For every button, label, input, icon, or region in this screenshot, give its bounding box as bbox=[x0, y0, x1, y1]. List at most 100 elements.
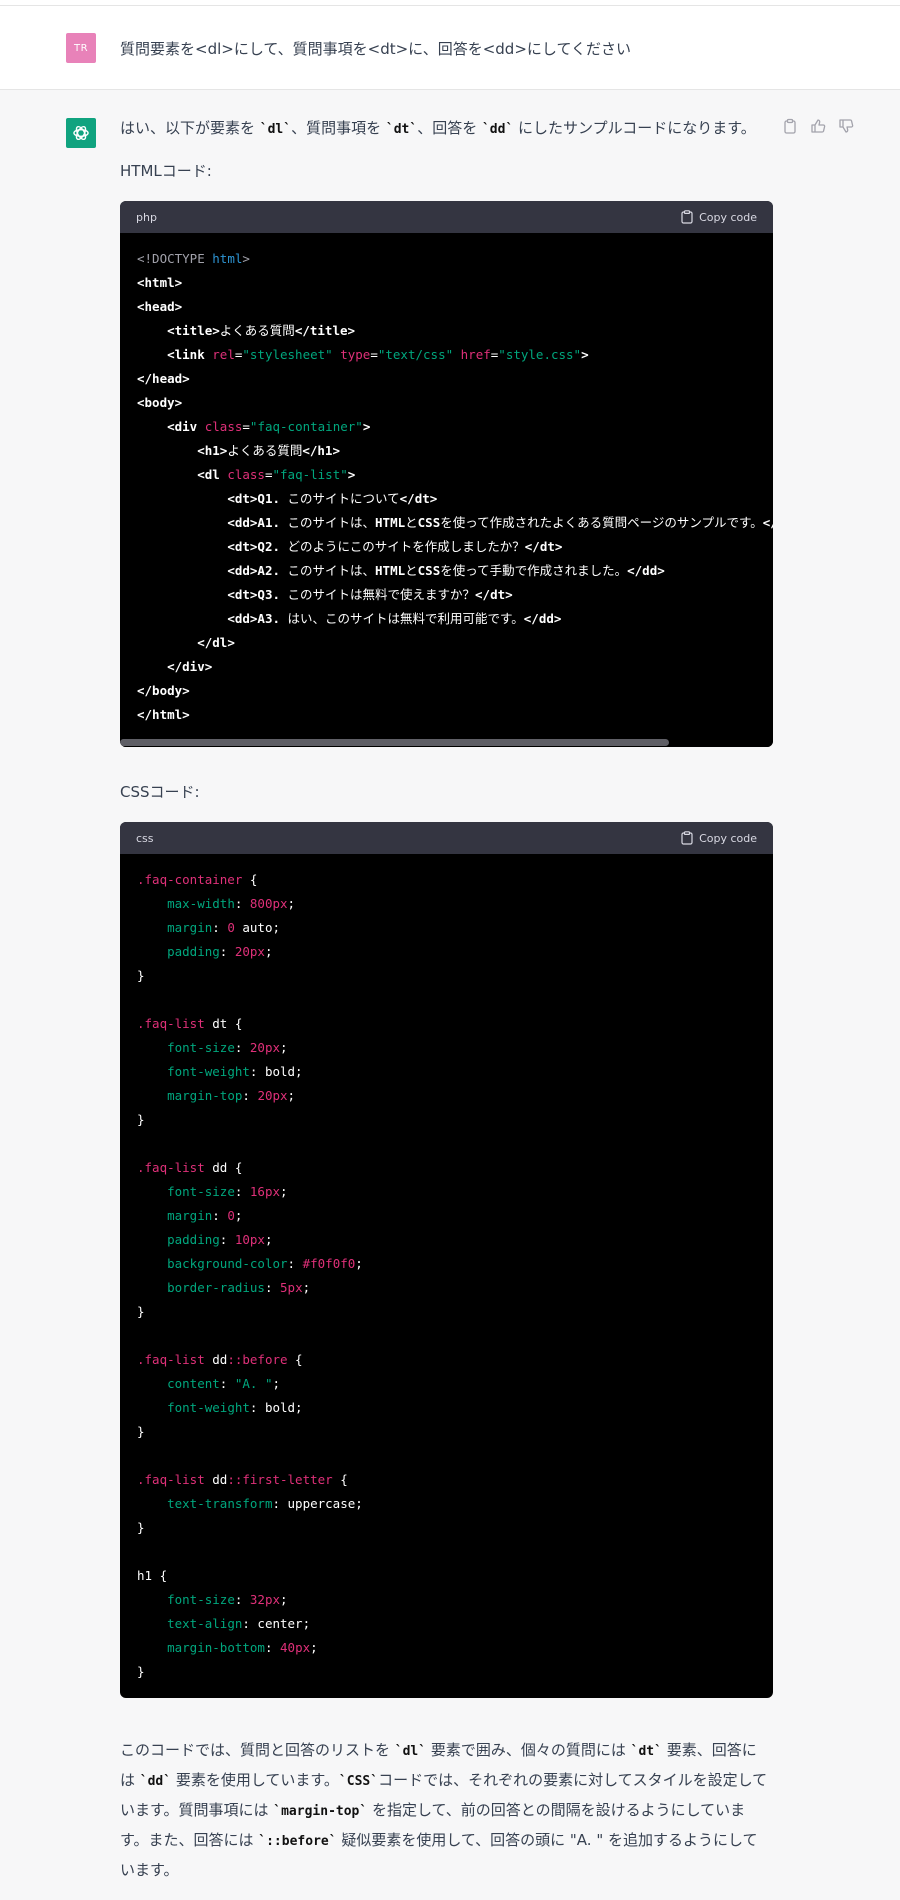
code-token: padding bbox=[167, 944, 220, 959]
code-line: padding: 20px; bbox=[137, 940, 756, 964]
code-token: ; bbox=[280, 1184, 288, 1199]
code-token: <title> bbox=[167, 323, 220, 338]
code-token: ; bbox=[302, 1280, 311, 1295]
html-section-label: HTMLコード: bbox=[120, 162, 212, 180]
code-token: dd { bbox=[204, 1160, 243, 1175]
html-code-body[interactable]: <!DOCTYPE html> <html> <head> <title>よくある質… bbox=[120, 233, 773, 737]
code-token: = bbox=[370, 347, 378, 362]
code-token: ; bbox=[310, 1640, 318, 1655]
css-section-label: CSSコード: bbox=[120, 783, 200, 801]
code-token: } bbox=[137, 968, 145, 983]
inline-code: `dl` bbox=[259, 122, 292, 137]
code-token: margin-bottom bbox=[167, 1640, 265, 1655]
code-token: このサイトについて bbox=[280, 491, 400, 506]
code-line: <dl class="faq-list"> bbox=[137, 463, 756, 487]
code-token: { bbox=[332, 1472, 348, 1487]
code-token: border-radius bbox=[167, 1280, 265, 1295]
summary-paragraph: このコードでは、質問と回答のリストを `dl` 要素で囲み、個々の質問には `d… bbox=[120, 1736, 770, 1885]
code-line: } bbox=[137, 1660, 756, 1684]
code-line: </head> bbox=[137, 367, 756, 391]
inline-code: `::before` bbox=[258, 1834, 337, 1849]
code-line: } bbox=[137, 1420, 756, 1444]
copy-clipboard-icon[interactable] bbox=[782, 118, 798, 134]
code-token: ; bbox=[264, 944, 273, 959]
code-line: } bbox=[137, 1516, 756, 1540]
code-token: ::first-letter bbox=[227, 1472, 333, 1487]
text: 要素を使用しています。 bbox=[171, 1771, 339, 1789]
css-code-body[interactable]: .faq-container { max-width: 800px; margi… bbox=[120, 854, 773, 1698]
code-line: text-transform: uppercase; bbox=[137, 1492, 756, 1516]
code-line: background-color: #f0f0f0; bbox=[137, 1252, 756, 1276]
code-token: <head> bbox=[137, 299, 183, 314]
code-token: dd bbox=[204, 1472, 228, 1487]
code-token: : bbox=[219, 944, 235, 959]
code-line: border-radius: 5px; bbox=[137, 1276, 756, 1300]
code-token: max-width bbox=[167, 896, 235, 911]
code-line: text-align: center; bbox=[137, 1612, 756, 1636]
thumbs-down-icon[interactable] bbox=[838, 118, 854, 134]
code-token: "faq-list" bbox=[272, 467, 348, 482]
code-token: よくある質問 bbox=[227, 443, 303, 458]
code-token: A3. bbox=[257, 611, 280, 626]
code-token: <dt> bbox=[227, 587, 258, 602]
code-token: <link bbox=[167, 347, 213, 362]
code-token: } bbox=[137, 1664, 145, 1679]
code-token: : center; bbox=[242, 1616, 311, 1631]
code-token: <!DOCTYPE bbox=[137, 251, 213, 266]
text: 要素で囲み、個々の質問には bbox=[426, 1741, 631, 1759]
code-token: } bbox=[137, 1520, 145, 1535]
code-language: php bbox=[136, 210, 157, 224]
inline-code: `dt` bbox=[385, 122, 418, 137]
code-token: "stylesheet" bbox=[242, 347, 333, 362]
code-token: どのようにこのサイトを作成しましたか？ bbox=[280, 539, 525, 554]
code-token: 10px bbox=[234, 1232, 265, 1247]
copy-code-button[interactable]: Copy code bbox=[681, 831, 757, 845]
code-token: .faq-container bbox=[137, 872, 243, 887]
code-token: .faq-list bbox=[137, 1016, 205, 1031]
code-line: .faq-list dt { bbox=[137, 1012, 756, 1036]
code-token: <h1> bbox=[197, 443, 228, 458]
code-token: auto; bbox=[234, 920, 281, 935]
code-token: 20px bbox=[257, 1088, 288, 1103]
code-token: ; bbox=[280, 1040, 288, 1055]
code-line: .faq-container { bbox=[137, 868, 756, 892]
text: 、質問事項を bbox=[291, 119, 386, 137]
code-token: </head> bbox=[137, 371, 190, 386]
code-token: .faq-list bbox=[137, 1160, 205, 1175]
code-line: <dd>A3. はい、このサイトは無料で利用可能です。</dd> bbox=[137, 607, 756, 631]
code-line: content: "A. "; bbox=[137, 1372, 756, 1396]
copy-code-button[interactable]: Copy code bbox=[681, 210, 757, 224]
code-token: ; bbox=[272, 1376, 281, 1391]
code-token: font-weight bbox=[167, 1064, 250, 1079]
code-line: h1 { bbox=[137, 1564, 756, 1588]
code-token: { bbox=[242, 872, 258, 887]
thumbs-up-icon[interactable] bbox=[810, 118, 826, 134]
code-token: margin-top bbox=[167, 1088, 243, 1103]
assistant-avatar-icon bbox=[66, 118, 96, 148]
code-token: "A. " bbox=[234, 1376, 273, 1391]
code-line: <!DOCTYPE html> bbox=[137, 247, 756, 271]
code-token: を使って作成されたよくある質問ページのサンプルです。 bbox=[440, 515, 763, 530]
horizontal-scrollbar[interactable] bbox=[120, 737, 773, 747]
scrollbar-thumb[interactable] bbox=[120, 739, 669, 746]
code-token: CSS bbox=[417, 515, 441, 530]
code-token: <dd> bbox=[227, 563, 258, 578]
copy-code-label: Copy code bbox=[699, 210, 757, 224]
css-code-block: css Copy code .faq-container { max-width… bbox=[120, 822, 773, 1698]
code-token: <dd> bbox=[227, 611, 258, 626]
code-token: <dt> bbox=[227, 539, 258, 554]
code-token: class bbox=[204, 419, 243, 434]
code-token: dd bbox=[204, 1352, 228, 1367]
code-token: </dt> bbox=[524, 539, 563, 554]
code-token: } bbox=[137, 1112, 145, 1127]
code-token: ; bbox=[280, 1592, 288, 1607]
